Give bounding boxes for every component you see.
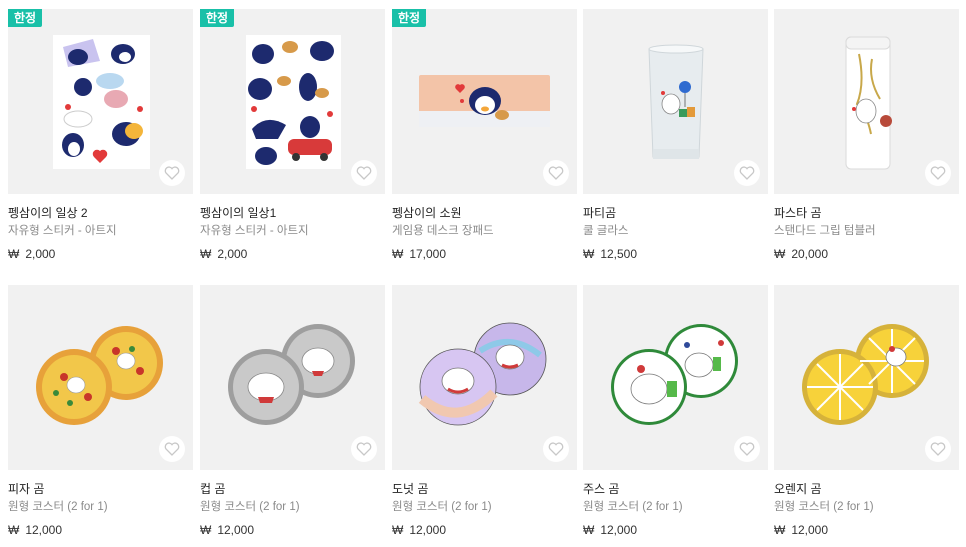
product-subtitle: 원형 코스터 (2 for 1) [200, 501, 300, 513]
limited-badge: 한정 [8, 9, 43, 27]
product-card[interactable]: 한정 펭삼이의 일상 2 자유형 스티커 - 아트지 ₩2,000 [8, 9, 193, 262]
product-title[interactable]: 파티곰 [583, 205, 768, 221]
product-thumbnail[interactable] [774, 9, 959, 194]
product-price: ₩2,000 [8, 246, 193, 262]
product-title[interactable]: 컵 곰 [200, 481, 385, 497]
price-value: 17,000 [409, 247, 447, 261]
price-value: 12,000 [409, 523, 447, 537]
product-card[interactable]: 파스타 곰 스탠다드 그립 텀블러 ₩20,000 [774, 9, 959, 262]
product-title[interactable]: 피자 곰 [8, 481, 193, 497]
currency-symbol: ₩ [392, 523, 404, 537]
heart-icon[interactable] [159, 160, 185, 186]
product-price: ₩12,000 [392, 522, 577, 538]
limited-badge: 한정 [200, 9, 235, 27]
product-card[interactable]: 도넛 곰 원형 코스터 (2 for 1) ₩12,000 [392, 285, 577, 538]
heart-icon[interactable] [159, 436, 185, 462]
product-title[interactable]: 오렌지 곰 [774, 481, 959, 497]
limited-badge: 한정 [392, 9, 427, 27]
product-subtitle: 원형 코스터 (2 for 1) [774, 501, 874, 513]
product-subtitle: 원형 코스터 (2 for 1) [392, 501, 492, 513]
product-price: ₩20,000 [774, 246, 959, 262]
currency-symbol: ₩ [200, 523, 212, 537]
price-value: 12,000 [25, 523, 63, 537]
product-subtitle: 원형 코스터 (2 for 1) [8, 501, 108, 513]
heart-icon[interactable] [734, 436, 760, 462]
product-subtitle: 자유형 스티커 - 아트지 [8, 225, 117, 237]
price-value: 12,000 [791, 523, 829, 537]
currency-symbol: ₩ [583, 247, 595, 261]
product-thumbnail[interactable] [774, 285, 959, 470]
product-thumbnail[interactable]: 한정 [392, 9, 577, 194]
heart-icon[interactable] [925, 436, 951, 462]
product-title[interactable]: 펭삼이의 소원 [392, 205, 577, 221]
product-title[interactable]: 주스 곰 [583, 481, 768, 497]
product-card[interactable]: 파티곰 쿨 글라스 ₩12,500 [583, 9, 768, 262]
product-thumbnail[interactable] [392, 285, 577, 470]
currency-symbol: ₩ [392, 247, 404, 261]
heart-icon[interactable] [351, 160, 377, 186]
product-card[interactable]: 주스 곰 원형 코스터 (2 for 1) ₩12,000 [583, 285, 768, 538]
product-title[interactable]: 파스타 곰 [774, 205, 959, 221]
heart-icon[interactable] [925, 160, 951, 186]
product-thumbnail[interactable] [583, 9, 768, 194]
product-thumbnail[interactable]: 한정 [8, 9, 193, 194]
product-subtitle: 자유형 스티커 - 아트지 [200, 225, 309, 237]
product-card[interactable]: 피자 곰 원형 코스터 (2 for 1) ₩12,000 [8, 285, 193, 538]
product-title[interactable]: 펭삼이의 일상1 [200, 205, 385, 221]
heart-icon[interactable] [543, 436, 569, 462]
price-value: 20,000 [791, 247, 829, 261]
price-value: 12,000 [217, 523, 255, 537]
product-subtitle: 스탠다드 그립 텀블러 [774, 225, 876, 237]
heart-icon[interactable] [734, 160, 760, 186]
currency-symbol: ₩ [583, 523, 595, 537]
product-subtitle: 원형 코스터 (2 for 1) [583, 501, 683, 513]
product-price: ₩12,500 [583, 246, 768, 262]
product-grid: 한정 펭삼이의 일상 2 자유형 스티커 - 아트지 ₩2,000 한정 펭삼이… [0, 0, 966, 547]
product-price: ₩2,000 [200, 246, 385, 262]
product-thumbnail[interactable]: 한정 [200, 9, 385, 194]
product-title[interactable]: 도넛 곰 [392, 481, 577, 497]
product-thumbnail[interactable] [200, 285, 385, 470]
product-subtitle: 쿨 글라스 [583, 225, 629, 237]
product-price: ₩17,000 [392, 246, 577, 262]
currency-symbol: ₩ [8, 247, 20, 261]
product-thumbnail[interactable] [8, 285, 193, 470]
product-price: ₩12,000 [583, 522, 768, 538]
product-title[interactable]: 펭삼이의 일상 2 [8, 205, 193, 221]
currency-symbol: ₩ [8, 523, 20, 537]
currency-symbol: ₩ [200, 247, 212, 261]
currency-symbol: ₩ [774, 247, 786, 261]
product-price: ₩12,000 [8, 522, 193, 538]
heart-icon[interactable] [543, 160, 569, 186]
price-value: 12,500 [600, 247, 638, 261]
product-card[interactable]: 한정 펭삼이의 소원 게임용 데스크 장패드 ₩17,000 [392, 9, 577, 262]
heart-icon[interactable] [351, 436, 377, 462]
product-card[interactable]: 한정 펭삼이의 일상1 자유형 스티커 - 아트지 ₩2,000 [200, 9, 385, 262]
product-price: ₩12,000 [200, 522, 385, 538]
product-price: ₩12,000 [774, 522, 959, 538]
product-subtitle: 게임용 데스크 장패드 [392, 225, 494, 237]
product-card[interactable]: 오렌지 곰 원형 코스터 (2 for 1) ₩12,000 [774, 285, 959, 538]
product-thumbnail[interactable] [583, 285, 768, 470]
price-value: 2,000 [25, 247, 56, 261]
price-value: 12,000 [600, 523, 638, 537]
price-value: 2,000 [217, 247, 248, 261]
product-card[interactable]: 컵 곰 원형 코스터 (2 for 1) ₩12,000 [200, 285, 385, 538]
currency-symbol: ₩ [774, 523, 786, 537]
